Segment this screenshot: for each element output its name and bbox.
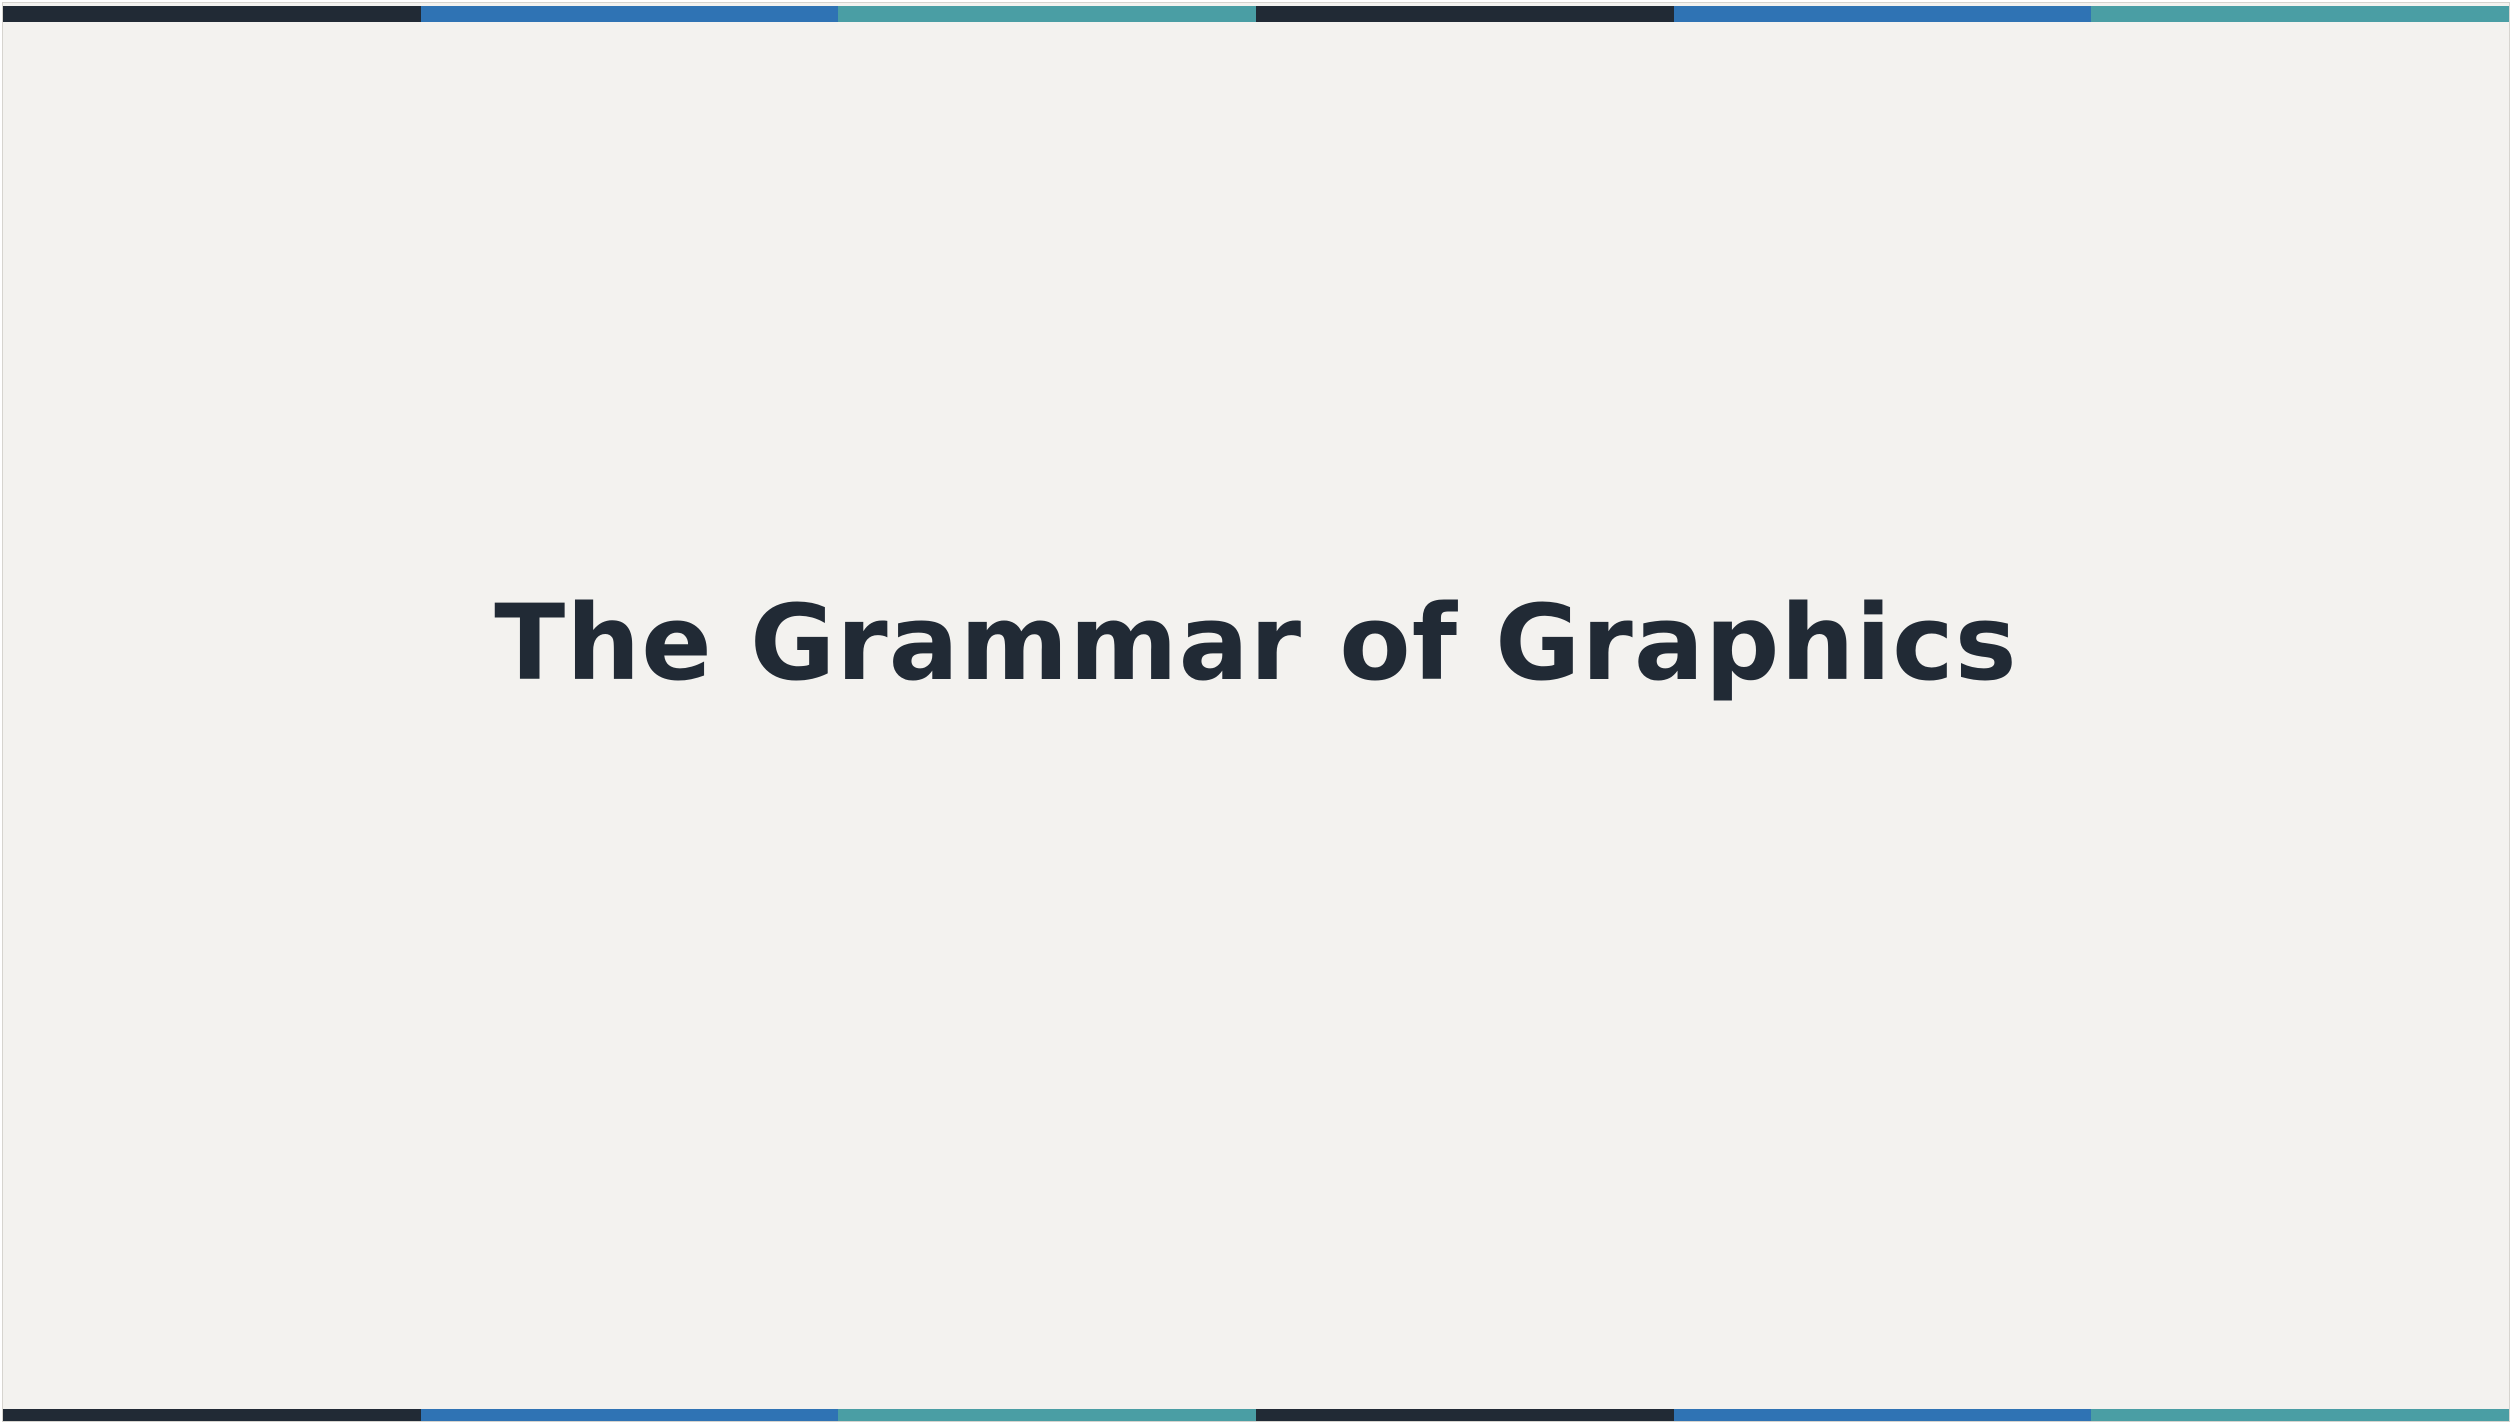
stripe-segment-teal [838,1409,1257,1421]
stripe-segment-dark [3,6,421,22]
bottom-accent-stripe [3,1409,2509,1421]
stripe-segment-dark [3,1409,421,1421]
title-container: The Grammar of Graphics [3,543,2509,743]
slide-title: The Grammar of Graphics [494,582,2018,704]
slide: The Grammar of Graphics [2,2,2510,1422]
stripe-segment-blue [420,6,839,22]
top-accent-stripe [3,6,2509,22]
stripe-segment-teal [838,6,1257,22]
stripe-segment-blue [420,1409,839,1421]
stripe-segment-dark [1256,1409,1674,1421]
stripe-segment-teal [2091,6,2509,22]
stripe-segment-blue [1673,1409,2092,1421]
stripe-segment-dark [1256,6,1674,22]
stripe-segment-teal [2091,1409,2509,1421]
stripe-segment-blue [1673,6,2092,22]
